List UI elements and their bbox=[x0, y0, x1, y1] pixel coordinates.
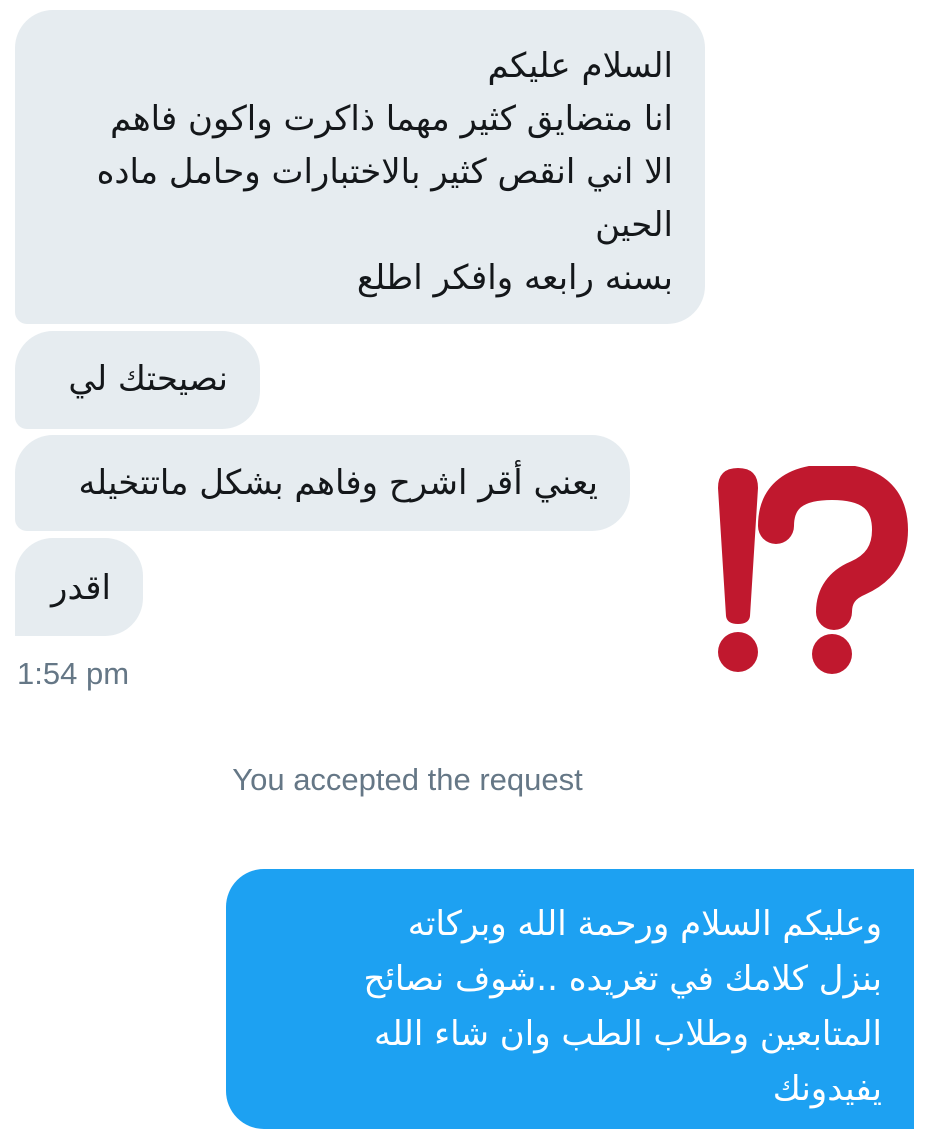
message-line: بسنه رابعه وافكر اطلع bbox=[356, 258, 673, 298]
request-accepted-notice: You accepted the request bbox=[232, 762, 583, 797]
message-line: السلام عليكم bbox=[487, 46, 674, 86]
message-line: وعليكم السلام ورحمة الله وبركاته bbox=[407, 904, 882, 944]
message-line: نصيحتك لي bbox=[68, 359, 228, 399]
message-timestamp: 1:54 pm bbox=[17, 656, 130, 691]
incoming-message-bubble[interactable]: اقدر bbox=[15, 538, 143, 636]
message-line: انا متضايق كثير مهما ذاكرت واكون فاهم bbox=[110, 99, 673, 139]
message-line: يفيدونك bbox=[772, 1069, 882, 1109]
message-line: بنزل كلامك في تغريده ..شوف نصائح bbox=[363, 959, 882, 999]
outgoing-message-bubble[interactable]: وعليكم السلام ورحمة الله وبركاته بنزل كل… bbox=[226, 869, 914, 1129]
message-line: الحين bbox=[595, 205, 673, 245]
dm-conversation: السلام عليكم انا متضايق كثير مهما ذاكرت … bbox=[0, 0, 927, 1139]
incoming-message-bubble[interactable]: نصيحتك لي bbox=[15, 331, 260, 429]
message-line: اقدر bbox=[51, 568, 111, 608]
incoming-message-bubble[interactable]: السلام عليكم انا متضايق كثير مهما ذاكرت … bbox=[15, 10, 705, 324]
incoming-message-bubble[interactable]: يعني أقر اشرح وفاهم بشكل ماتتخيله bbox=[15, 435, 630, 531]
message-line: يعني أقر اشرح وفاهم بشكل ماتتخيله bbox=[78, 463, 599, 503]
interrobang-icon bbox=[718, 466, 908, 674]
message-line: المتابعين وطلاب الطب وان شاء الله bbox=[374, 1014, 882, 1054]
message-line: الا اني انقص كثير بالاختبارات وحامل ماده bbox=[96, 152, 673, 192]
